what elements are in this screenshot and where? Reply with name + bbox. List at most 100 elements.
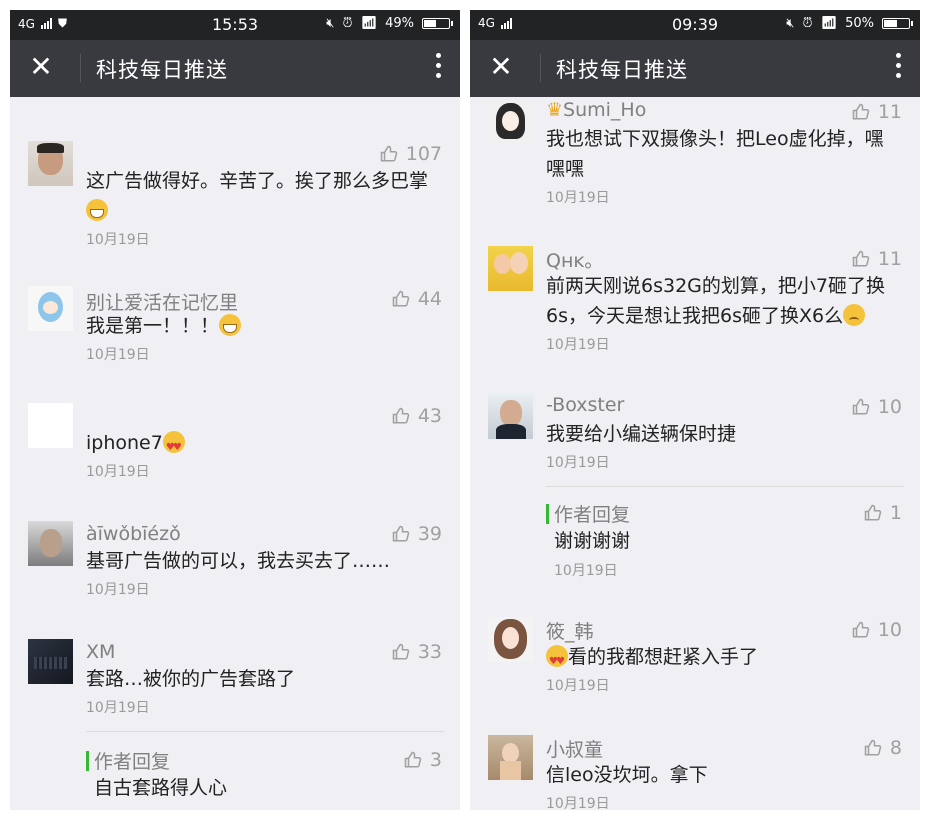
- thumbs-up-icon: [852, 621, 870, 638]
- like-button[interactable]: 1: [864, 502, 902, 524]
- comment-date: 10月19日: [546, 337, 610, 353]
- comment-date: 10月19日: [86, 700, 150, 716]
- page-title: 科技每日推送: [556, 58, 688, 82]
- avatar[interactable]: [488, 735, 533, 780]
- like-button[interactable]: 10: [852, 619, 902, 641]
- commenter-name: 小叔童: [546, 739, 604, 761]
- like-count: 3: [429, 749, 442, 771]
- alarm-icon: ⏰︎: [342, 16, 353, 31]
- alarm-icon: ⏰︎: [802, 16, 813, 31]
- battery-percent: 50%: [845, 16, 874, 31]
- like-button[interactable]: 43: [392, 405, 442, 427]
- avatar[interactable]: [28, 403, 73, 448]
- avatar[interactable]: [488, 617, 533, 662]
- like-button[interactable]: 3: [404, 749, 442, 771]
- thumbs-up-icon: [852, 398, 870, 415]
- comment-body: 这广告做得好。辛苦了。挨了那么多巴掌: [86, 170, 429, 192]
- comment-text: 前两天刚说6s32G的划算，把小7砸了换6s，今天是想让我把6s砸了换X6么: [546, 271, 896, 331]
- battery-icon: [422, 18, 453, 29]
- like-count: 33: [417, 641, 442, 663]
- like-count: 11: [877, 248, 902, 270]
- commenter-name: àīwǒbīézǒ: [86, 523, 181, 545]
- reply-date: 10月19日: [554, 563, 618, 579]
- mute-icon: 🔇︎: [326, 16, 335, 31]
- navbar-divider: [80, 54, 81, 82]
- heart-eyes-emoji-icon: [546, 645, 568, 677]
- commenter-name: -Boxster: [546, 394, 625, 416]
- commenter-name: XM: [86, 641, 116, 663]
- reply-divider: [86, 731, 444, 732]
- comment-text: 这广告做得好。辛苦了。挨了那么多巴掌: [86, 166, 436, 226]
- avatar[interactable]: [28, 286, 73, 331]
- avatar[interactable]: [28, 521, 73, 566]
- reply-divider: [546, 486, 904, 487]
- like-count: 39: [417, 523, 442, 545]
- wifi-icon: 📶︎: [360, 16, 378, 31]
- comment-body: iphone7: [86, 432, 163, 454]
- close-icon[interactable]: ✕: [26, 52, 56, 82]
- navigation-bar: ✕ 科技每日推送: [470, 40, 920, 97]
- reply-accent-bar: [86, 751, 89, 771]
- avatar[interactable]: [488, 394, 533, 439]
- like-count: 8: [889, 737, 902, 759]
- comment-text: 我是第一！！！: [86, 311, 436, 341]
- right-screenshot: 4G 09:39 🔇︎ ⏰︎ 📶︎ 50% ✕ 科技每日推送 ♛Sumi_Ho: [470, 10, 920, 810]
- commenter-name: Qʜᴋ。: [546, 250, 604, 272]
- avatar[interactable]: [28, 141, 73, 186]
- avatar[interactable]: [488, 246, 533, 291]
- comment-text: iphone7: [86, 428, 436, 463]
- like-button[interactable]: 11: [852, 101, 902, 123]
- comment-text: 基哥广告做的可以，我去买去了……: [86, 550, 391, 572]
- like-button[interactable]: 39: [392, 523, 442, 545]
- like-button[interactable]: 44: [392, 288, 442, 310]
- comment-body: 看的我都想赶紧入手了: [568, 646, 759, 668]
- grin-emoji-icon: [219, 314, 242, 336]
- reply-text: 谢谢谢谢: [554, 530, 631, 552]
- thumbs-up-icon: [864, 739, 882, 756]
- author-reply-label: 作者回复: [554, 504, 631, 526]
- more-vertical-icon[interactable]: [894, 53, 902, 83]
- comment-list[interactable]: ♛Sumi_Ho 11 我也想试下双摄像头！把Leo虚化掉，嘿嘿嘿 10月19日…: [470, 97, 920, 810]
- commenter-name: 筱_韩: [546, 621, 594, 643]
- grin-emoji-icon: [86, 199, 108, 221]
- reply-accent-bar: [546, 504, 549, 524]
- avatar[interactable]: [28, 639, 73, 684]
- comment-date: 10月19日: [86, 347, 150, 363]
- comment-date: 10月19日: [86, 464, 150, 480]
- like-count: 10: [877, 619, 902, 641]
- comment-list[interactable]: 107 这广告做得好。辛苦了。挨了那么多巴掌 10月19日 别让爱活在记忆里 4…: [10, 97, 460, 810]
- like-button[interactable]: 8: [864, 737, 902, 759]
- like-button[interactable]: 33: [392, 641, 442, 663]
- like-button[interactable]: 10: [852, 396, 902, 418]
- more-vertical-icon[interactable]: [434, 53, 442, 83]
- comment-date: 10月19日: [86, 232, 150, 248]
- like-count: 11: [877, 101, 902, 123]
- crown-icon: ♛: [546, 99, 564, 121]
- author-reply-label: 作者回复: [94, 751, 171, 773]
- status-right: 🔇︎ ⏰︎ 📶︎ 49%: [326, 16, 453, 31]
- status-bar: 4G ⛊ 15:53 🔇︎ ⏰︎ 📶︎ 49%: [10, 10, 460, 40]
- comment-body: 前两天刚说6s32G的划算，把小7砸了换6s，今天是想让我把6s砸了换X6么: [546, 275, 885, 327]
- mute-icon: 🔇︎: [786, 16, 795, 31]
- reply-text: 自古套路得人心: [94, 777, 228, 799]
- close-icon[interactable]: ✕: [486, 52, 516, 82]
- commenter-name-text: Sumi_Ho: [563, 99, 647, 121]
- thumbs-up-icon: [392, 290, 410, 307]
- thumbs-up-icon: [404, 751, 422, 768]
- commenter-name: ♛Sumi_Ho: [546, 99, 646, 121]
- like-button[interactable]: 107: [380, 143, 442, 165]
- battery-percent: 49%: [385, 16, 414, 31]
- thumbs-up-icon: [864, 504, 882, 521]
- like-button[interactable]: 11: [852, 248, 902, 270]
- comment-date: 10月19日: [546, 678, 610, 694]
- comment-date: 10月19日: [546, 455, 610, 471]
- avatar[interactable]: [488, 99, 533, 144]
- like-count: 44: [417, 288, 442, 310]
- comment-date: 10月19日: [86, 582, 150, 598]
- like-count: 10: [877, 396, 902, 418]
- battery-icon: [882, 18, 913, 29]
- comment-text: 信leo没坎坷。拿下: [546, 764, 708, 786]
- page-title: 科技每日推送: [96, 58, 228, 82]
- comment-text: 套路…被你的广告套路了: [86, 668, 296, 690]
- navigation-bar: ✕ 科技每日推送: [10, 40, 460, 97]
